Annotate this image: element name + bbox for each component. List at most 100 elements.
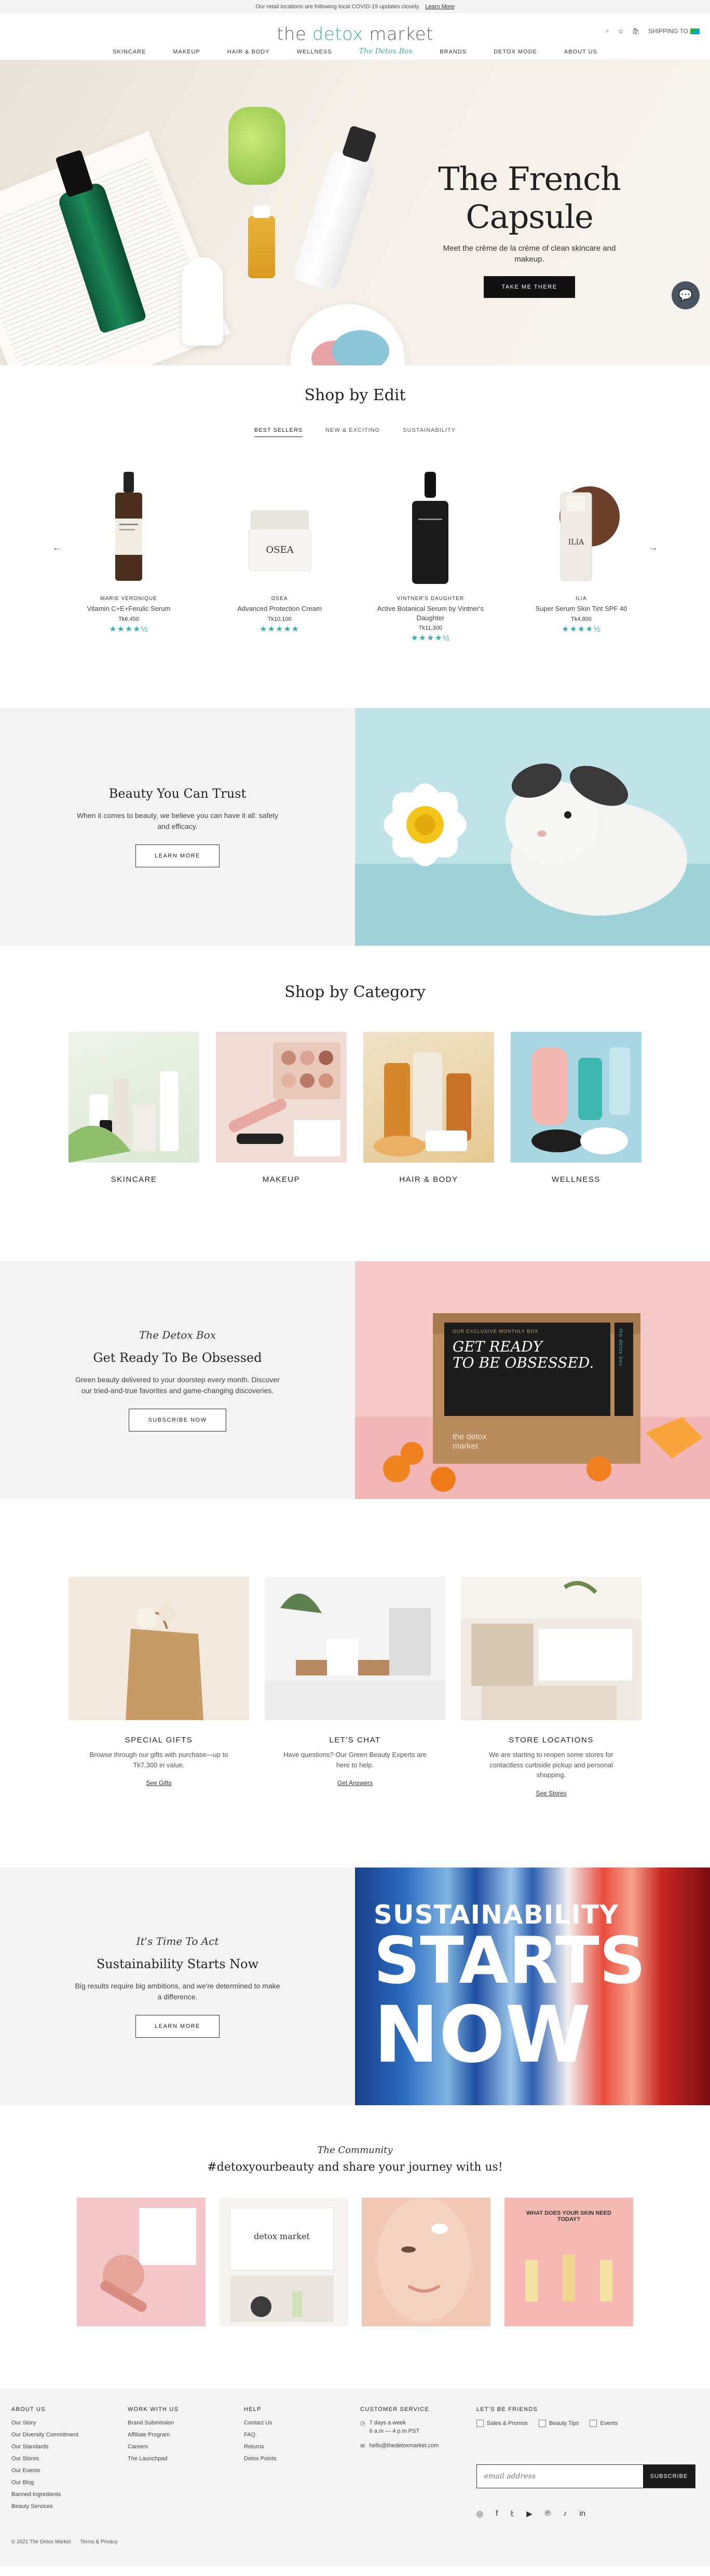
footer-link[interactable]: Our Standards bbox=[11, 2444, 49, 2450]
account-icon[interactable]: ☺ bbox=[618, 28, 624, 35]
category-title: Shop by Category bbox=[284, 983, 426, 1001]
shop-by-edit: Shop by Edit BEST SELLERS NEW & EXCITING… bbox=[0, 365, 710, 708]
footer-link[interactable]: FAQ bbox=[244, 2432, 255, 2438]
feature-special-gifts: SPECIAL GIFTS Browse through our gifts w… bbox=[69, 1577, 249, 1798]
footer-link[interactable]: Beauty Services bbox=[11, 2503, 52, 2510]
email-field[interactable] bbox=[477, 2465, 643, 2488]
tiktok-icon[interactable]: ♪ bbox=[563, 2509, 567, 2518]
nav-wellness[interactable]: WELLNESS bbox=[297, 49, 332, 56]
product-image: OSEA bbox=[248, 510, 311, 571]
category-skincare[interactable]: SKINCARE bbox=[69, 1032, 199, 1184]
category-wellness[interactable]: WELLNESS bbox=[511, 1032, 641, 1184]
pinterest-icon[interactable]: ℗ bbox=[545, 2509, 551, 2518]
footer-link[interactable]: Careers bbox=[128, 2444, 148, 2450]
nav-makeup[interactable]: MAKEUP bbox=[173, 49, 200, 56]
community-script: The Community bbox=[317, 2145, 393, 2156]
rating-stars: ★★★★½ bbox=[109, 624, 148, 634]
community-post[interactable]: WHAT DOES YOUR SKIN NEED TODAY? bbox=[504, 2198, 633, 2326]
footer-link[interactable]: Brand Submission bbox=[128, 2420, 174, 2426]
nav-about[interactable]: ABOUT US bbox=[564, 49, 597, 56]
hero-glass bbox=[228, 107, 285, 185]
checkbox-sales[interactable]: Sales & Promos bbox=[476, 2420, 528, 2427]
community-post[interactable] bbox=[362, 2198, 491, 2326]
footer-link[interactable]: Returns bbox=[244, 2444, 264, 2450]
nav-detox-mode[interactable]: DETOX MODE bbox=[494, 49, 537, 56]
product-card[interactable]: OSEA OSEA Advanced Protection Cream Tk10… bbox=[217, 469, 342, 643]
checkbox-events[interactable]: Events bbox=[590, 2420, 618, 2427]
rating-stars: ★★★★½ bbox=[562, 624, 601, 634]
trust-text: When it comes to beauty, we believe you … bbox=[76, 811, 279, 830]
carousel-prev-icon[interactable]: ← bbox=[52, 542, 62, 554]
cart-icon[interactable]: 🛍 bbox=[632, 28, 640, 35]
edit-title: Shop by Edit bbox=[304, 386, 406, 404]
category-makeup[interactable]: MAKEUP bbox=[216, 1032, 347, 1184]
hero-subtitle: Meet the crème de la crème of clean skin… bbox=[443, 244, 616, 264]
twitter-icon[interactable]: 𝕥 bbox=[510, 2509, 514, 2518]
service-email-link[interactable]: hello@thedetoxmarket.com bbox=[369, 2443, 439, 2449]
footer-link[interactable]: Detox Points bbox=[244, 2456, 276, 2462]
community-post[interactable] bbox=[77, 2198, 206, 2326]
nav-skincare[interactable]: SKINCARE bbox=[113, 49, 146, 56]
product-card[interactable]: VINTNER'S DAUGHTER Active Botanical Seru… bbox=[368, 469, 493, 643]
terms-link[interactable]: Terms & Privacy bbox=[80, 2539, 117, 2545]
bunny-image bbox=[355, 708, 710, 946]
chat-room-image bbox=[265, 1577, 445, 1720]
community-post[interactable]: detox market bbox=[219, 2198, 348, 2326]
tab-new-exciting[interactable]: NEW & EXCITING bbox=[325, 427, 380, 437]
trust-section: Beauty You Can Trust When it comes to be… bbox=[0, 708, 710, 946]
detox-box-section: The Detox Box Get Ready To Be Obsessed G… bbox=[0, 1261, 710, 1499]
search-icon[interactable]: ⌕ bbox=[606, 27, 609, 35]
footer-link[interactable]: Contact Us bbox=[244, 2420, 272, 2426]
nav-brands[interactable]: BRANDS bbox=[440, 49, 467, 56]
checkbox-beauty-tips[interactable]: Beauty Tips bbox=[538, 2420, 579, 2427]
hero-amber-vial bbox=[248, 206, 275, 278]
footer-link[interactable]: Our Stores bbox=[11, 2456, 39, 2462]
community-title: #detoxyourbeauty and share your journey … bbox=[207, 2161, 503, 2174]
tab-best-sellers[interactable]: BEST SELLERS bbox=[254, 427, 303, 437]
chat-icon[interactable]: 💬 bbox=[672, 281, 700, 309]
youtube-icon[interactable]: ▶ bbox=[526, 2509, 532, 2518]
footer-link[interactable]: Banned Ingredients bbox=[11, 2491, 61, 2498]
nav-hair-body[interactable]: HAIR & BODY bbox=[227, 49, 270, 56]
footer-link[interactable]: The Launchpad bbox=[128, 2456, 167, 2462]
product-image bbox=[412, 472, 449, 584]
site-footer: ABOUT US Our Story Our Diversity Commitm… bbox=[0, 2389, 710, 2566]
get-answers-link[interactable]: Get Answers bbox=[337, 1779, 373, 1787]
features-section: SPECIAL GIFTS Browse through our gifts w… bbox=[0, 1499, 710, 1868]
linkedin-icon[interactable]: in bbox=[579, 2509, 585, 2518]
footer-friends: LET'S BE FRIENDS Sales & Promos Beauty T… bbox=[476, 2406, 618, 2427]
carousel-next-icon[interactable]: → bbox=[648, 542, 658, 554]
hero-title: The French Capsule bbox=[438, 160, 621, 236]
footer-link[interactable]: Our Diversity Commitment bbox=[11, 2432, 78, 2438]
see-gifts-link[interactable]: See Gifts bbox=[146, 1779, 171, 1787]
announcement-link[interactable]: Learn More bbox=[425, 4, 454, 10]
nav-detox-box[interactable]: The Detox Box bbox=[359, 47, 413, 56]
tab-sustainability[interactable]: SUSTAINABILITY bbox=[403, 427, 456, 437]
hero-banner: The French Capsule Meet the crème de la … bbox=[0, 60, 710, 365]
svg-text:ILIA: ILIA bbox=[568, 538, 584, 547]
product-card[interactable]: ILIA ILIA Super Serum Skin Tint SPF 40 T… bbox=[519, 469, 644, 643]
announcement-text: Our retail locations are following local… bbox=[255, 4, 420, 10]
category-hair-body[interactable]: HAIR & BODY bbox=[363, 1032, 494, 1184]
subscribe-button[interactable]: SUBSCRIBE bbox=[643, 2465, 695, 2488]
sustain-learn-more-button[interactable]: LEARN MORE bbox=[135, 2015, 220, 2038]
site-logo[interactable]: the detox market bbox=[0, 24, 710, 45]
footer-link[interactable]: Our Blog bbox=[11, 2479, 34, 2486]
sustain-text: Big results require big ambitions, and w… bbox=[75, 1982, 280, 2001]
shipping-selector[interactable]: SHIPPING TO bbox=[648, 28, 700, 35]
svg-text:detox market: detox market bbox=[254, 2231, 310, 2241]
facebook-icon[interactable]: f bbox=[496, 2509, 498, 2518]
footer-link[interactable]: Affiliate Program bbox=[128, 2432, 170, 2438]
hero-cta-button[interactable]: TAKE ME THERE bbox=[484, 276, 575, 298]
feature-lets-chat: LET'S CHAT Have questions? Our Green Bea… bbox=[265, 1577, 445, 1798]
footer-link[interactable]: Our Story bbox=[11, 2420, 36, 2426]
subscribe-now-button[interactable]: SUBSCRIBE NOW bbox=[129, 1409, 226, 1432]
product-card[interactable]: MARIE VERONIQUE Vitamin C+E+Ferulic Seru… bbox=[66, 469, 191, 643]
instagram-icon[interactable]: ◎ bbox=[476, 2509, 483, 2518]
hero-deodorant bbox=[182, 257, 223, 346]
footer-link[interactable]: Our Events bbox=[11, 2468, 40, 2474]
trust-learn-more-button[interactable]: LEARN MORE bbox=[135, 844, 220, 867]
see-stores-link[interactable]: See Stores bbox=[536, 1790, 566, 1797]
footer-about: ABOUT US Our Story Our Diversity Commitm… bbox=[11, 2406, 78, 2510]
sustainability-section: It's Time To Act Sustainability Starts N… bbox=[0, 1868, 710, 2105]
